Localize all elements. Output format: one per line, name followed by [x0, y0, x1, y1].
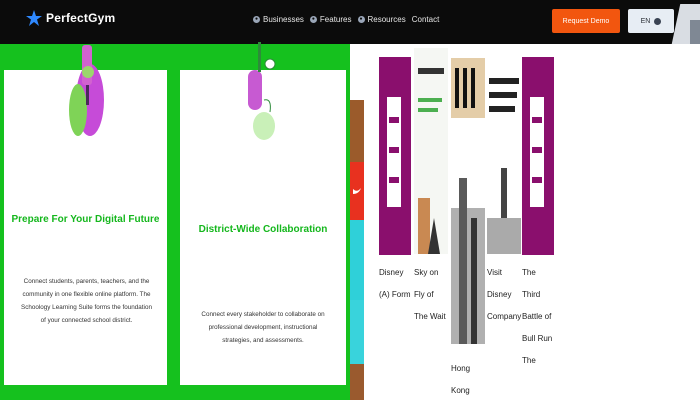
logo[interactable]: PerfectGym — [26, 10, 115, 26]
logo-star-icon — [26, 10, 42, 26]
top-navbar: PerfectGym ● Businesses ● Features ● Res… — [0, 0, 700, 44]
book-cover[interactable] — [379, 57, 411, 255]
logo-text: PerfectGym — [46, 11, 116, 25]
nav-label: Features — [319, 15, 352, 24]
book-cover[interactable] — [451, 48, 485, 344]
card-title: District-Wide Collaboration — [198, 224, 328, 235]
nav-item-businesses[interactable]: ● Businesses — [253, 15, 304, 24]
book-caption[interactable]: Hong Kong — [451, 358, 485, 402]
globe-icon — [654, 17, 662, 25]
card-body: Connect every stakeholder to collaborate… — [201, 311, 325, 344]
nav-label: Resources — [367, 15, 406, 24]
book-caption[interactable]: Disney (A) Form — [379, 262, 413, 306]
twitter-share-button[interactable] — [350, 162, 364, 220]
features-section: Prepare For Your Digital Future Connect … — [0, 44, 350, 400]
twitter-icon — [353, 188, 361, 194]
language-label: EN — [640, 17, 651, 25]
book-cover[interactable] — [414, 48, 448, 254]
book-caption[interactable]: The Third Battle of Bull Run The — [522, 262, 556, 372]
collaboration-illustration — [248, 42, 276, 140]
request-demo-button[interactable]: Request Demo — [552, 9, 620, 33]
language-selector[interactable]: EN — [628, 9, 674, 33]
social-share-button[interactable] — [350, 364, 364, 400]
features-icon: ● — [309, 16, 317, 23]
nav-item-resources[interactable]: ● Resources — [357, 15, 406, 24]
main-nav: ● Businesses ● Features ● Resources Cont… — [253, 15, 439, 24]
digital-future-illustration — [69, 45, 104, 136]
book-cover[interactable] — [522, 57, 554, 255]
nav-item-features[interactable]: ● Features — [309, 15, 352, 24]
nav-item-contact[interactable]: Contact — [412, 15, 440, 24]
businesses-icon: ● — [253, 16, 260, 23]
social-share-button[interactable] — [350, 300, 364, 364]
header-decoration-2 — [690, 20, 700, 44]
book-caption[interactable]: Visit Disney Company — [487, 262, 521, 328]
book-cover[interactable] — [487, 48, 521, 254]
nav-label: Businesses — [263, 15, 304, 24]
resources-icon: ● — [357, 16, 365, 23]
nav-label: Contact — [411, 15, 440, 24]
book-caption[interactable]: Sky on Fly of The Wait — [414, 262, 448, 328]
social-share-button[interactable] — [350, 100, 364, 162]
card-title: Prepare For Your Digital Future — [11, 214, 160, 225]
card-body: Connect students, parents, teachers, and… — [21, 278, 152, 324]
social-share-button[interactable] — [350, 220, 364, 300]
